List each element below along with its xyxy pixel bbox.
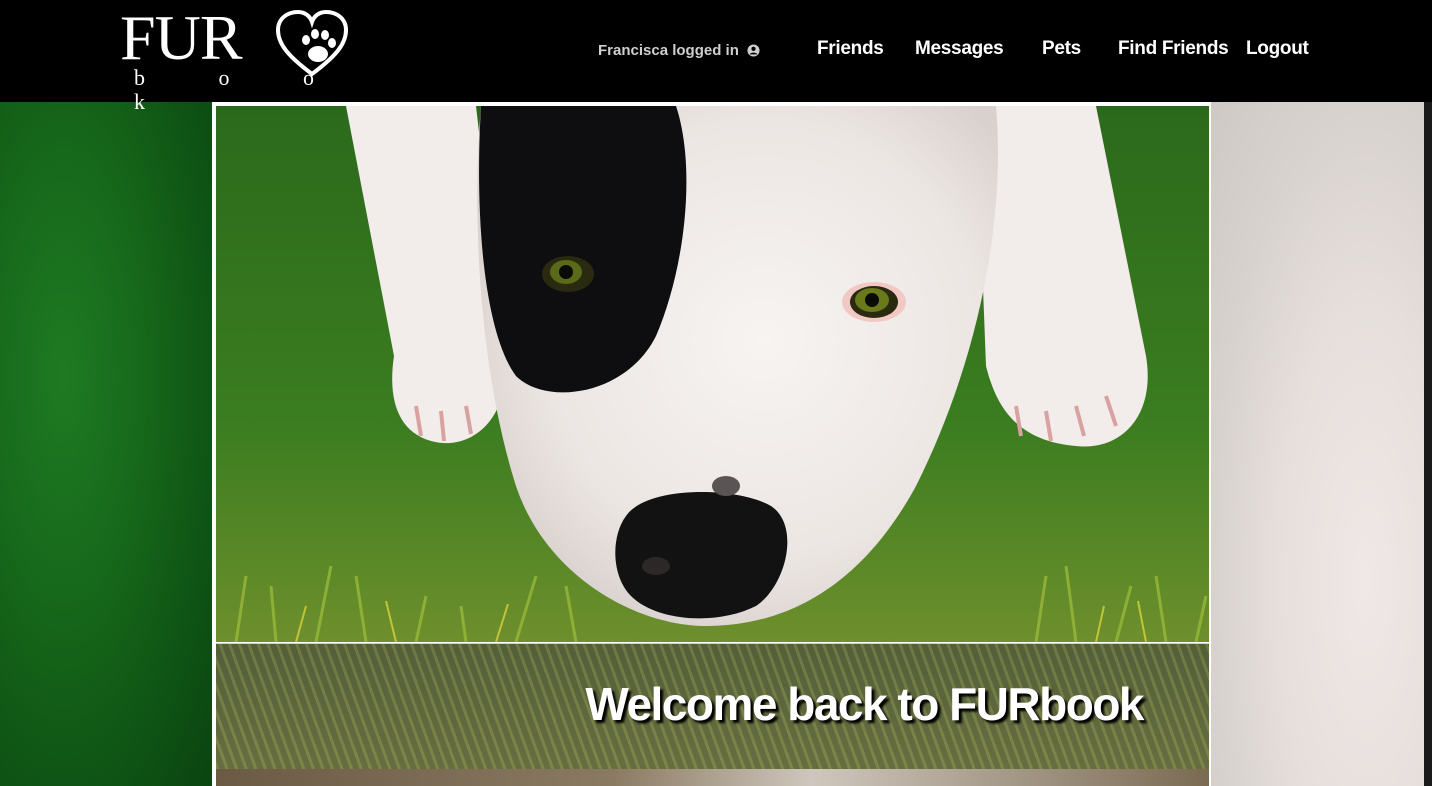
- dog-illustration: [216, 106, 1209, 642]
- welcome-heading: Welcome back to FURbook: [585, 678, 1144, 730]
- welcome-banner: Welcome back to FURbook: [216, 643, 1209, 769]
- main-card: Welcome back to FURbook: [212, 102, 1211, 786]
- nav-friends[interactable]: Friends: [817, 38, 884, 66]
- hero-dog-photo: [216, 106, 1209, 642]
- background-left-blur: [0, 102, 212, 786]
- user-status: Francisca logged in: [598, 42, 760, 59]
- nav-pets[interactable]: Pets: [1042, 38, 1081, 66]
- next-photo-preview: [216, 769, 1209, 786]
- nav-find-friends[interactable]: Find Friends: [1118, 38, 1229, 66]
- nav-messages[interactable]: Messages: [915, 38, 1004, 66]
- user-icon: [747, 44, 760, 57]
- top-nav-bar: FUR b o o k Francisca logged in Friends …: [0, 0, 1432, 114]
- furbook-logo[interactable]: FUR b o o k: [118, 2, 358, 114]
- background-right-blur: [1211, 102, 1432, 786]
- logo-title: FUR: [120, 2, 242, 73]
- user-status-text: Francisca logged in: [598, 42, 739, 59]
- nav-logout[interactable]: Logout: [1246, 38, 1309, 66]
